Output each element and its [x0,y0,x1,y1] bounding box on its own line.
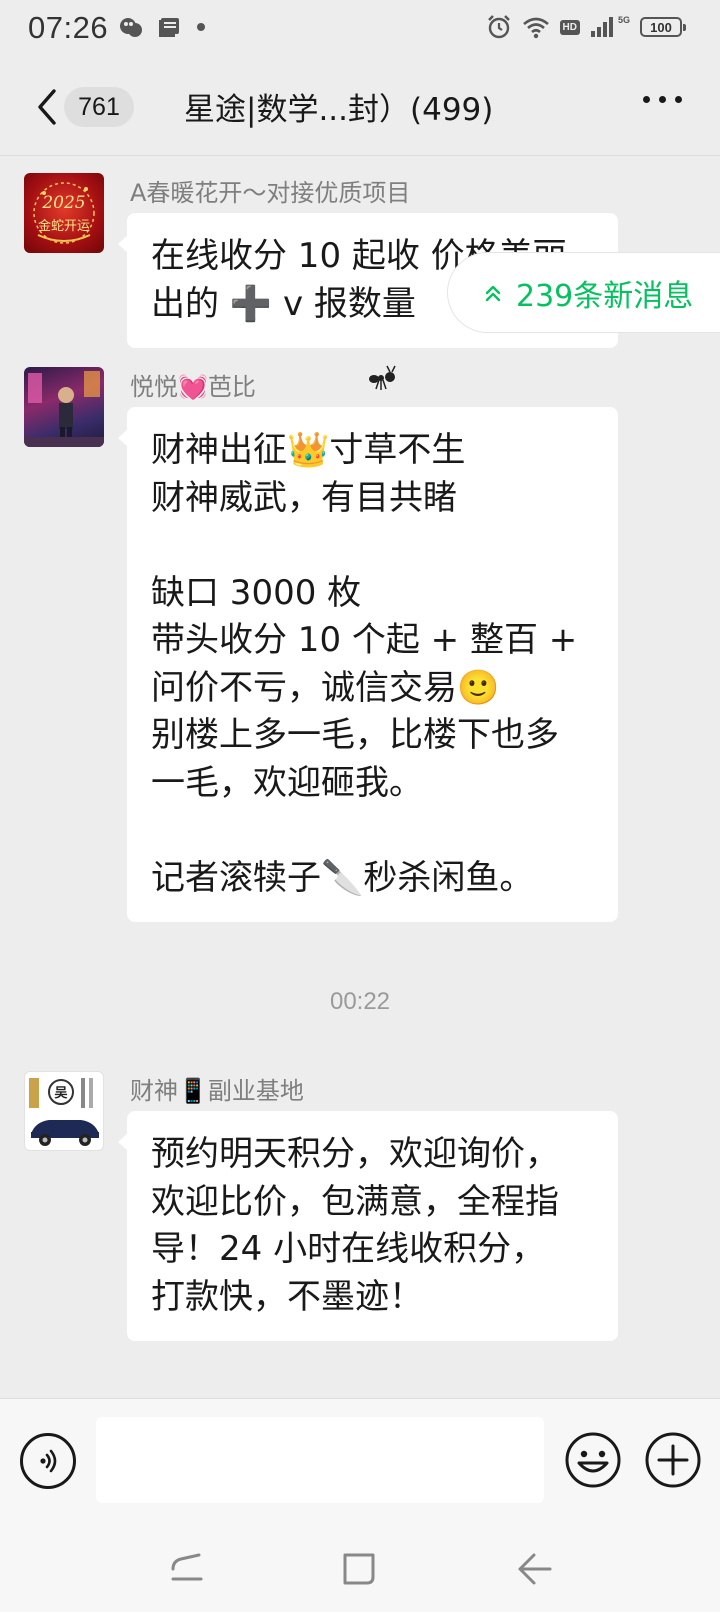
new-messages-button[interactable]: 239条新消息 [448,253,720,332]
sender-name-text: 悦悦💓芭比 [130,373,256,401]
message-line: 别楼上多一毛，比楼下也多 [151,715,559,755]
message-notification-icon [158,15,182,39]
sender-name: 悦悦💓芭比 [130,365,396,402]
sender-name: A春暖花开～对接优质项目 [130,179,411,207]
notification-icons [118,14,206,40]
avatar-caption: 金蛇开运 [37,219,90,234]
signal-icon [590,16,614,38]
battery-icon: 100 [640,17,686,37]
more-button[interactable] [643,96,682,103]
chat-title[interactable]: 星途|数学...封）(499) [184,84,493,129]
message-line: 缺口 3000 枚 [151,572,362,613]
plus-button[interactable] [644,1431,702,1489]
message-line: 打款快，不墨迹！ [151,1276,423,1317]
battery-level: 100 [650,19,672,35]
status-bar: 07:26 HD 5G 100 [0,0,720,60]
message-input[interactable] [96,1417,544,1503]
more-dots-icon [643,96,650,103]
message-line: 财神威武，有目共睹 [151,477,457,518]
message-line: 导！24 小时在线收积分， [151,1229,546,1269]
home-button[interactable] [335,1546,383,1592]
avatar-image [24,371,104,447]
alarm-icon [486,14,512,40]
home-icon [343,1553,375,1585]
avatar[interactable]: 吴 [24,1071,104,1151]
message-line-blank [151,522,596,570]
message-line: 一毛，欢迎砸我。 [151,762,423,803]
message-bubble[interactable]: 预约明天积分，欢迎询价， 欢迎比价，包满意，全程指 导！24 小时在线收积分， … [118,1111,618,1341]
message-line: 欢迎比价，包满意，全程指 [151,1181,559,1222]
voice-icon [40,1449,57,1473]
unread-count-badge[interactable]: 761 [64,87,134,127]
recents-icon [171,1553,203,1581]
system-icons: HD 5G 100 [486,14,686,40]
app-notification-icon [118,14,144,40]
message-line: 带头收分 10 个起 + 整百 + [151,620,578,660]
hd-badge: HD [559,19,580,35]
chevron-left-icon [38,89,56,125]
status-time: 07:26 [28,10,109,45]
sender-name: 财神📱副业基地 [130,1077,304,1105]
avatar-image [33,182,95,244]
back-system-button[interactable] [510,1546,558,1592]
voice-button[interactable] [20,1433,76,1489]
chat-input-bar [0,1398,720,1522]
ant-icon [366,363,398,399]
message-line: 财神出征👑寸草不生 [151,430,466,470]
network-type: 5G [617,15,630,25]
plus-icon [645,1432,701,1488]
avatar-year: 2025 [42,193,86,213]
emoji-icon [565,1432,621,1488]
message-line: 记者滚犊子🔪秒杀闲鱼。 [151,857,534,898]
recents-button[interactable] [163,1546,211,1592]
message-line: 问价不亏，诚信交易🙂 [151,667,500,708]
message-line: 预约明天积分，欢迎询价， [151,1134,559,1174]
wifi-icon [522,15,550,39]
new-messages-label: 239条新消息 [516,278,694,314]
avatar[interactable]: 2025 金蛇开运 [24,173,104,253]
chat-timestamp: 00:22 [329,988,391,1015]
back-arrow-icon [518,1553,552,1585]
message-bubble[interactable]: 财神出征👑寸草不生 财神威武，有目共睹 缺口 3000 枚 带头收分 10 个起… [118,407,618,922]
chat-header: 761 星途|数学...封）(499) [0,60,720,156]
double-chevron-up-icon [485,285,501,301]
emoji-button[interactable] [564,1431,622,1489]
avatar-character: 吴 [54,1086,68,1101]
dot-icon [196,22,206,32]
avatar[interactable] [24,367,104,447]
message-line-blank [151,807,596,855]
system-navigation-bar [0,1522,720,1612]
